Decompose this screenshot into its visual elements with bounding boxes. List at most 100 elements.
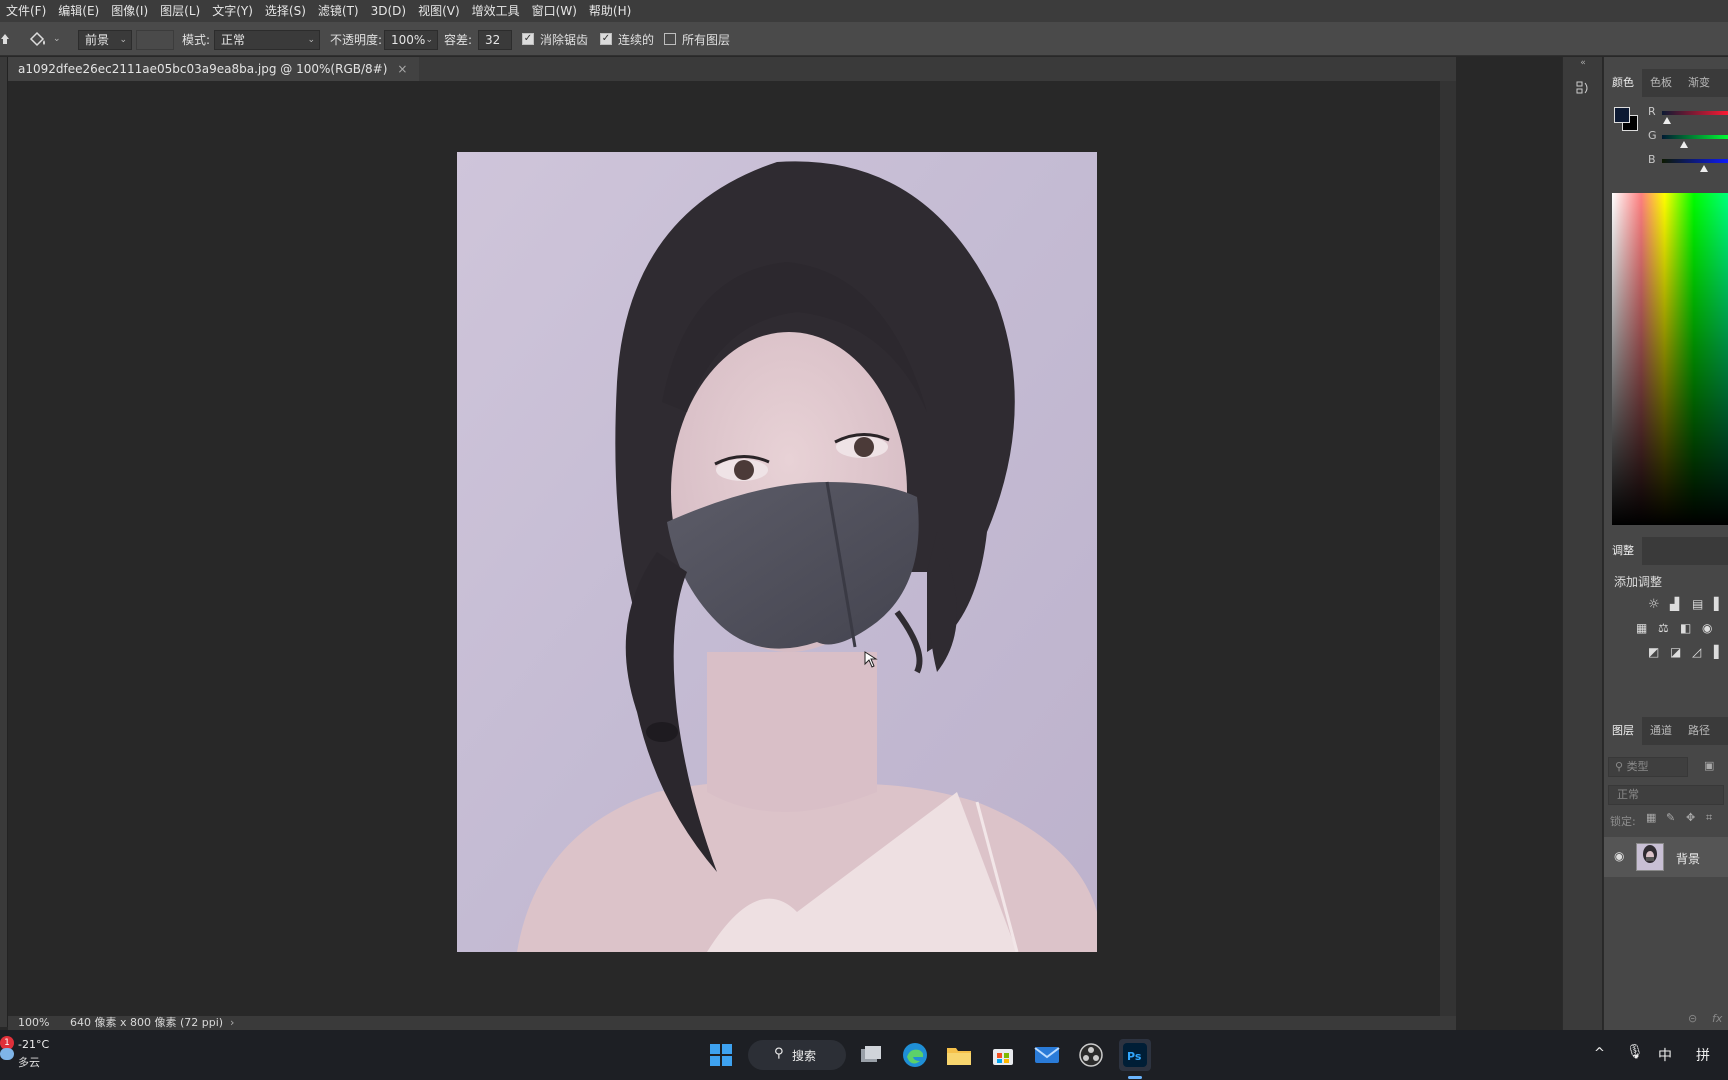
zoom-level[interactable]: 100% <box>18 1016 49 1030</box>
levels-icon[interactable]: ▟ <box>1670 597 1679 611</box>
menu-help[interactable]: 帮助(H) <box>583 0 637 22</box>
r-slider-handle[interactable] <box>1663 117 1671 124</box>
contiguous-option[interactable]: ✓ 连续的 <box>600 22 654 56</box>
obs-studio-icon[interactable] <box>1075 1039 1107 1071</box>
file-explorer-icon[interactable] <box>943 1039 975 1071</box>
collapse-panels-icon[interactable]: « <box>1563 57 1603 69</box>
tab-swatches[interactable]: 色板 <box>1642 69 1680 97</box>
photoshop-taskbar-icon[interactable]: Ps <box>1119 1039 1151 1071</box>
vibrance-icon[interactable]: ▦ <box>1636 621 1647 635</box>
menu-layer[interactable]: 图层(L) <box>154 0 206 22</box>
g-slider[interactable] <box>1662 135 1728 139</box>
foreground-color-swatch[interactable] <box>1614 107 1630 123</box>
paint-bucket-tool-icon[interactable]: ⌄ <box>28 22 61 56</box>
menu-window[interactable]: 窗口(W) <box>526 0 583 22</box>
lock-artboard-icon[interactable]: ⌗ <box>1706 811 1712 825</box>
menu-image[interactable]: 图像(I) <box>105 0 154 22</box>
antialias-option[interactable]: ✓ 消除锯齿 <box>522 22 588 56</box>
mode-select[interactable]: 正常 ⌄ <box>214 30 320 50</box>
menu-3d[interactable]: 3D(D) <box>365 0 412 22</box>
task-view-icon[interactable] <box>855 1039 887 1071</box>
layer-row[interactable]: ◉ 背景 <box>1604 837 1728 877</box>
opacity-input[interactable]: 100% ⌄ <box>384 30 438 50</box>
fill-source-select[interactable]: 前景 ⌄ <box>78 30 132 50</box>
ime-language[interactable]: 中 <box>1658 1045 1672 1065</box>
all-layers-checkbox[interactable] <box>664 33 676 45</box>
tab-gradients[interactable]: 渐变 <box>1680 69 1718 97</box>
pattern-picker[interactable] <box>136 30 174 50</box>
blend-mode-select[interactable]: 正常 <box>1608 785 1724 805</box>
invert-icon[interactable]: ◩ <box>1648 645 1659 659</box>
antialias-checkbox[interactable]: ✓ <box>522 33 534 45</box>
link-layers-icon[interactable]: ⊝ <box>1688 1012 1697 1025</box>
tolerance-input[interactable]: 32 <box>478 30 512 50</box>
menu-edit[interactable]: 编辑(E) <box>52 0 105 22</box>
tab-channels[interactable]: 通道 <box>1642 717 1680 745</box>
b-slider[interactable] <box>1662 159 1728 163</box>
menu-type[interactable]: 文字(Y) <box>206 0 259 22</box>
layer-filter-placeholder: 类型 <box>1626 760 1649 773</box>
windows-start-icon[interactable] <box>705 1039 737 1071</box>
status-arrow-icon[interactable]: › <box>230 1016 234 1030</box>
mail-icon[interactable] <box>1031 1039 1063 1071</box>
filter-image-icon[interactable]: ▣ <box>1704 759 1714 772</box>
lock-label: 锁定: <box>1610 815 1636 828</box>
color-spectrum[interactable] <box>1612 193 1728 525</box>
tab-adjustments[interactable]: 调整 <box>1604 537 1642 565</box>
channel-b-label: B <box>1648 153 1656 166</box>
exposure-icon[interactable]: ▌ <box>1714 597 1723 611</box>
weather-condition[interactable]: 多云 <box>18 1054 40 1070</box>
document-image[interactable] <box>457 152 1097 952</box>
tab-paths[interactable]: 路径 <box>1680 717 1718 745</box>
active-app-indicator <box>1128 1076 1142 1079</box>
taskbar-search[interactable]: ⚲ 搜索 <box>748 1040 846 1070</box>
close-icon[interactable]: × <box>397 62 407 76</box>
brightness-icon[interactable]: ☼ <box>1648 597 1660 612</box>
history-panel-icon[interactable] <box>1571 77 1595 99</box>
edge-browser-icon[interactable] <box>899 1039 931 1071</box>
home-icon[interactable] <box>0 22 10 56</box>
selective-color-icon[interactable]: ▌ <box>1714 645 1723 659</box>
microphone-icon[interactable]: 🎙 <box>1626 1044 1644 1060</box>
lock-paint-icon[interactable]: ✎ <box>1666 811 1675 824</box>
color-balance-icon[interactable]: ⚖ <box>1658 621 1669 635</box>
gradient-map-icon[interactable]: ◿ <box>1692 645 1701 659</box>
lock-transparent-icon[interactable]: ▦ <box>1646 811 1656 824</box>
black-white-icon[interactable]: ◧ <box>1680 621 1691 635</box>
g-slider-handle[interactable] <box>1680 141 1688 148</box>
ime-mode[interactable]: 拼 <box>1696 1045 1710 1065</box>
layer-filter-select[interactable]: ⚲ 类型 <box>1608 757 1688 777</box>
weather-icon[interactable] <box>0 1048 14 1060</box>
document-tab[interactable]: a1092dfee26ec2111ae05bc03a9ea8ba.jpg @ 1… <box>8 57 420 81</box>
contiguous-checkbox[interactable]: ✓ <box>600 33 612 45</box>
eye-icon[interactable]: ◉ <box>1614 849 1624 863</box>
vertical-scrollbar[interactable] <box>1440 81 1456 1016</box>
menu-plugins[interactable]: 增效工具 <box>466 0 526 22</box>
temperature[interactable]: -21°C <box>18 1038 49 1051</box>
all-layers-option[interactable]: 所有图层 <box>664 22 730 56</box>
layer-thumbnail <box>1636 843 1664 871</box>
curves-icon[interactable]: ▤ <box>1692 597 1703 611</box>
photo-filter-icon[interactable]: ◉ <box>1702 621 1712 635</box>
svg-text:Ps: Ps <box>1127 1050 1142 1063</box>
tab-color[interactable]: 颜色 <box>1604 69 1642 97</box>
menu-select[interactable]: 选择(S) <box>259 0 312 22</box>
menu-file[interactable]: 文件(F) <box>0 0 52 22</box>
mode-value: 正常 <box>221 33 246 47</box>
b-slider-handle[interactable] <box>1700 165 1708 172</box>
microsoft-store-icon[interactable] <box>987 1039 1019 1071</box>
windows-taskbar: 1 -21°C 多云 ⚲ 搜索 Ps ^ 🎙 中 拼 <box>0 1030 1728 1080</box>
posterize-icon[interactable]: ◪ <box>1670 645 1681 659</box>
menu-view[interactable]: 视图(V) <box>412 0 466 22</box>
r-slider[interactable] <box>1662 111 1728 115</box>
add-adjustment-title: 添加调整 <box>1614 575 1663 589</box>
lock-move-icon[interactable]: ✥ <box>1686 811 1695 824</box>
toolbar-collapsed[interactable] <box>0 57 8 1027</box>
portrait-photo <box>457 152 1097 952</box>
document-dimensions: 640 像素 x 800 像素 (72 ppi) <box>70 1016 224 1029</box>
tab-layers[interactable]: 图层 <box>1604 717 1642 745</box>
fx-icon[interactable]: fx <box>1712 1012 1722 1025</box>
show-hidden-icons[interactable]: ^ <box>1594 1046 1605 1061</box>
color-panel-tabs: 颜色 色板 渐变 <box>1604 69 1728 97</box>
menu-filter[interactable]: 滤镜(T) <box>312 0 365 22</box>
